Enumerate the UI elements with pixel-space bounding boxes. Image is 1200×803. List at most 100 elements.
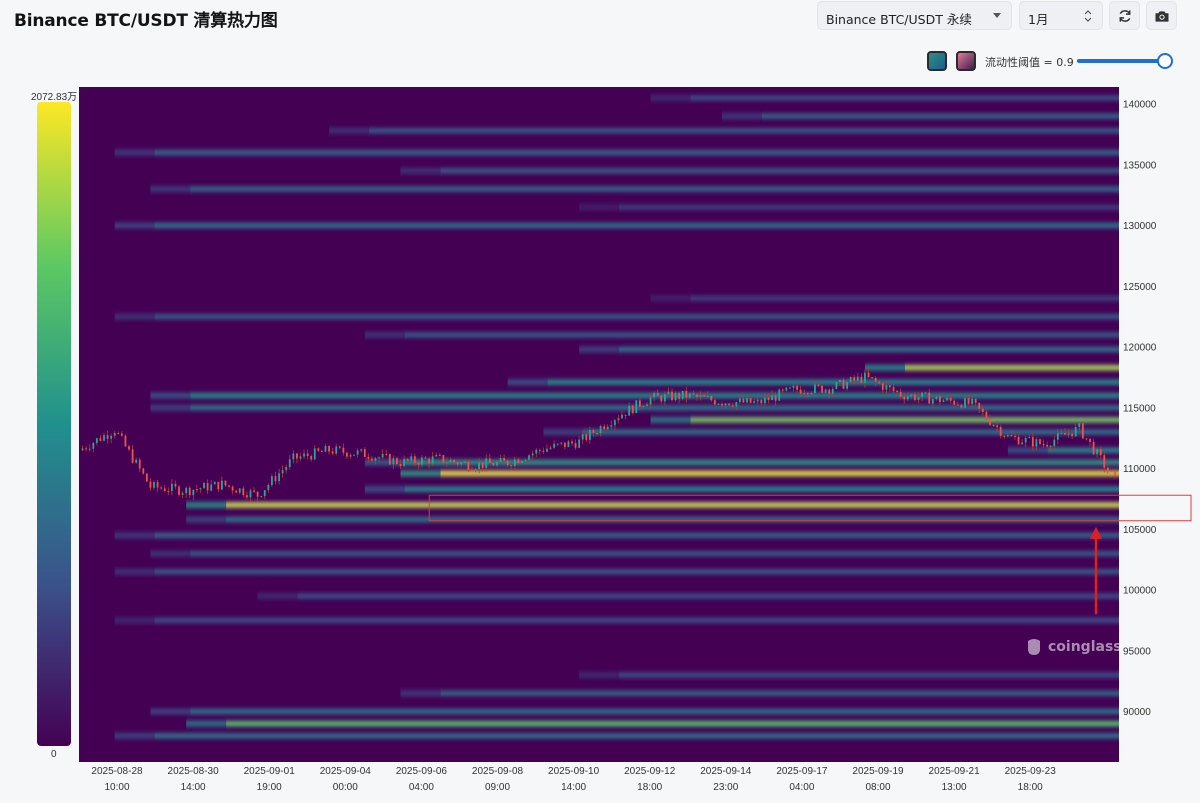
price-candle bbox=[1103, 455, 1106, 468]
x-tick-date: 2025-09-12 bbox=[624, 766, 676, 777]
price-candle bbox=[799, 389, 802, 394]
x-tick-date: 2025-09-14 bbox=[700, 766, 752, 777]
price-candle bbox=[989, 418, 991, 425]
y-tick-label: 110000 bbox=[1123, 464, 1156, 475]
price-candle bbox=[1078, 423, 1081, 428]
price-candle bbox=[703, 395, 706, 397]
price-candle bbox=[406, 458, 409, 461]
y-tick-label: 100000 bbox=[1123, 586, 1157, 597]
price-candle bbox=[556, 443, 559, 445]
price-candle bbox=[789, 387, 791, 389]
price-candle bbox=[924, 392, 927, 394]
price-candle bbox=[1064, 432, 1066, 435]
price-candle bbox=[253, 490, 255, 492]
price-candle bbox=[220, 480, 223, 490]
price-candle bbox=[635, 400, 638, 414]
y-tick-label: 115000 bbox=[1123, 403, 1156, 414]
price-candle bbox=[1074, 427, 1077, 437]
price-candle bbox=[803, 393, 806, 395]
price-candle bbox=[821, 385, 823, 393]
price-candle bbox=[1106, 467, 1109, 471]
liquidity-band-core bbox=[547, 380, 1119, 385]
price-candle bbox=[192, 489, 195, 496]
liquidation-heatmap[interactable]: 90000 95000 100000 105000 110000 115000 120000… bbox=[0, 0, 1200, 803]
price-candle bbox=[299, 456, 302, 459]
liquidity-band-core bbox=[690, 417, 1119, 422]
liquidity-band-core bbox=[440, 691, 1120, 696]
price-candle bbox=[796, 385, 798, 390]
price-candle bbox=[560, 442, 563, 444]
price-candle bbox=[378, 457, 380, 459]
price-candle bbox=[128, 446, 130, 450]
price-candle bbox=[546, 448, 548, 452]
price-candle bbox=[606, 426, 609, 430]
liquidity-band-core bbox=[154, 314, 1120, 319]
price-candle bbox=[892, 387, 895, 391]
y-tick-label: 135000 bbox=[1123, 160, 1157, 171]
price-candle bbox=[774, 395, 777, 401]
price-candle bbox=[417, 462, 420, 465]
price-candle bbox=[431, 456, 434, 464]
price-candle bbox=[110, 435, 113, 439]
price-candle bbox=[346, 452, 348, 457]
price-candle bbox=[438, 454, 441, 456]
price-candle bbox=[138, 459, 141, 469]
price-candle bbox=[1114, 471, 1116, 476]
price-candle bbox=[860, 376, 863, 383]
price-candle bbox=[217, 481, 220, 490]
price-candle bbox=[785, 387, 788, 391]
y-tick-label: 140000 bbox=[1123, 100, 1157, 111]
price-candle bbox=[321, 450, 323, 452]
price-candle bbox=[1003, 435, 1006, 437]
price-candle bbox=[203, 482, 205, 489]
price-candle bbox=[974, 398, 977, 403]
liquidity-band-core bbox=[190, 187, 1120, 192]
price-candle bbox=[746, 398, 748, 403]
price-candle bbox=[1028, 437, 1031, 439]
price-candle bbox=[117, 433, 120, 435]
price-candle bbox=[814, 384, 816, 394]
liquidity-band-core bbox=[690, 296, 1119, 301]
liquidity-band-core bbox=[619, 673, 1119, 678]
price-candle bbox=[699, 395, 702, 397]
price-candle bbox=[517, 459, 520, 463]
price-candle bbox=[92, 442, 95, 449]
price-candle bbox=[588, 430, 591, 440]
liquidity-band-core bbox=[404, 487, 1119, 492]
price-candle bbox=[131, 449, 134, 463]
price-candle bbox=[910, 394, 913, 397]
price-candle bbox=[235, 490, 238, 493]
price-candle bbox=[771, 395, 773, 401]
price-candle bbox=[356, 450, 359, 455]
price-candle bbox=[188, 487, 191, 496]
price-candle bbox=[638, 400, 641, 407]
price-candle bbox=[206, 482, 209, 491]
x-tick-time: 00:00 bbox=[333, 782, 358, 793]
price-candle bbox=[778, 389, 781, 401]
x-tick-date: 2025-09-04 bbox=[320, 766, 372, 777]
price-candle bbox=[399, 464, 402, 467]
price-candle bbox=[335, 446, 338, 454]
coinglass-logo-icon bbox=[1028, 639, 1040, 655]
price-candle bbox=[849, 377, 852, 382]
price-candle bbox=[1056, 433, 1059, 440]
price-candle bbox=[578, 439, 581, 448]
price-candle bbox=[499, 458, 502, 462]
price-candle bbox=[535, 449, 538, 454]
coinglass-watermark: coinglass bbox=[1025, 637, 1122, 657]
price-candle bbox=[328, 446, 330, 452]
liquidity-band-core bbox=[404, 460, 1119, 465]
price-candle bbox=[1089, 438, 1091, 442]
price-candle bbox=[1099, 449, 1102, 456]
price-candle bbox=[906, 396, 909, 400]
price-candle bbox=[424, 457, 427, 459]
price-candle bbox=[106, 435, 109, 439]
price-candle bbox=[167, 491, 170, 493]
price-candle bbox=[1060, 432, 1063, 434]
price-candle bbox=[1024, 437, 1027, 443]
price-candle bbox=[599, 426, 602, 434]
x-tick-time: 18:00 bbox=[1018, 782, 1043, 793]
price-candle bbox=[1042, 443, 1045, 446]
price-candle bbox=[363, 449, 366, 457]
price-candle bbox=[585, 434, 588, 440]
